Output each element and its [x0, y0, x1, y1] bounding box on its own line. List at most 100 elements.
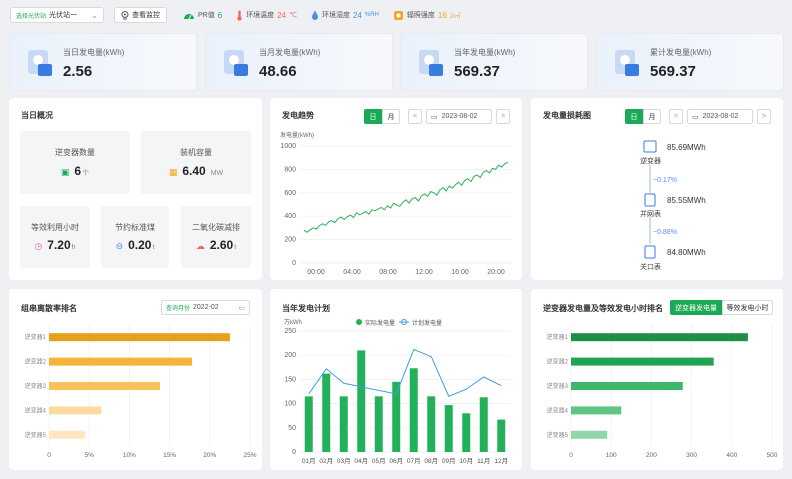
- stat-label: 累计发电量(kWh): [650, 48, 712, 57]
- bar: [571, 430, 608, 439]
- bar: [571, 406, 622, 415]
- bar: [304, 396, 313, 452]
- kpi-value: 6: [74, 164, 82, 178]
- loss-connectors: [643, 140, 657, 259]
- bar: [322, 373, 331, 452]
- pr-value: 6: [217, 10, 223, 20]
- kpi-label: 二氧化碳减排: [192, 223, 240, 232]
- x-tick-label: 08:00: [379, 269, 397, 276]
- bar: [49, 357, 193, 366]
- x-tick-label: 05月: [372, 457, 386, 465]
- node-value: 85.69MWh: [667, 143, 706, 152]
- node-name: 关口表: [640, 264, 661, 271]
- radiation-unit: J/㎡: [449, 13, 461, 20]
- view-monitor-button[interactable]: 查看监控: [114, 7, 167, 23]
- y-tick-label: 250: [284, 328, 296, 335]
- node-name: 逆变器: [640, 158, 661, 165]
- x-tick-label: 0: [47, 452, 51, 459]
- stat-card-monthly: 当月发电量(kWh) 48.66: [205, 33, 393, 91]
- x-tick-label: 100: [606, 452, 617, 459]
- loss-percent-1: −0.17%: [653, 177, 677, 184]
- radiation-value: 16: [437, 10, 447, 20]
- x-tick-label: 15%: [163, 452, 176, 459]
- x-tick-label: 02月: [319, 457, 333, 465]
- bar: [392, 381, 401, 452]
- capacity-kpi: 装机容量 ▦ 6.40 MW: [141, 131, 251, 194]
- tab-inverter-generation[interactable]: 逆变器发电量: [670, 300, 722, 315]
- prev-date-button[interactable]: <: [408, 109, 422, 124]
- bar: [49, 406, 102, 415]
- y-tick-label: 200: [284, 352, 296, 359]
- pr-label: PR值: [198, 12, 215, 19]
- inverter-node-icon: [643, 140, 657, 153]
- temperature-value: 24: [277, 10, 287, 20]
- tab-day[interactable]: 日: [364, 109, 382, 124]
- trend-series-line: [303, 161, 509, 233]
- humidity-metric: 环境湿度 24 %RH: [311, 10, 379, 20]
- x-tick-label: 20%: [203, 452, 216, 459]
- ranking-chart: 0 100 200 300 400 500 逆变器1 逆变器2 逆变器3 逆变器4 逆变器5: [547, 325, 778, 459]
- y-tick-label: 150: [284, 376, 296, 383]
- date-picker[interactable]: ▭ 2023-08-02: [426, 109, 492, 124]
- x-tick-label: 04月: [354, 457, 368, 465]
- tab-month[interactable]: 月: [382, 109, 400, 124]
- x-tick-label: 08月: [424, 457, 438, 465]
- droplet-icon: [311, 10, 318, 20]
- y-tick-label: 逆变器1: [25, 333, 47, 341]
- x-tick-label: 400: [726, 452, 737, 459]
- kpi-unit: t: [152, 244, 155, 251]
- legend-plan-label: 计划发电量: [412, 319, 442, 327]
- y-tick-label: 50: [288, 425, 296, 432]
- top-bar: 选择光伏站 光伏站一 ⌄ 查看监控 PR值 6 环境温度 24 ℃ 环境湿度 2…: [0, 0, 792, 30]
- x-tick-label: 25%: [243, 452, 256, 459]
- temperature-label: 环境温度: [246, 12, 275, 19]
- grid-meter-icon: [644, 193, 656, 207]
- view-monitor-label: 查看监控: [132, 12, 160, 19]
- kpi-value: 0.20: [128, 238, 152, 252]
- thermometer-icon: [237, 10, 242, 21]
- y-tick-label: 逆变器4: [547, 406, 569, 414]
- bar: [497, 419, 506, 452]
- clock-icon: ◷: [34, 241, 43, 251]
- trend-chart: 发电量(kWh) 0 200 400 600 800 1000 00:00 04:00 08:0…: [280, 131, 512, 276]
- next-date-button[interactable]: >: [496, 109, 510, 124]
- y-tick-label: 逆变器5: [547, 431, 569, 439]
- coal-saving-kpi: 节约标准煤 ⊖ 0.20 t: [101, 206, 169, 268]
- stat-value: 569.37: [650, 63, 696, 80]
- daily-overview-panel: 当日概况 逆变器数量 ▣ 6 个 装机容量 ▦ 6.40 MW 等效利用小时 ◷…: [9, 98, 262, 280]
- cloud-icon: ☁: [195, 241, 205, 251]
- bar: [479, 397, 488, 452]
- panel-title: 逆变器发电量及等效发电小时排名: [543, 304, 663, 313]
- kpi-label: 节约标准煤: [115, 223, 155, 232]
- kpi-unit: 个: [82, 170, 90, 177]
- site-select[interactable]: 选择光伏站 光伏站一 ⌄: [10, 7, 104, 23]
- x-tick-label: 10月: [459, 457, 473, 465]
- co2-reduction-kpi: 二氧化碳减排 ☁ 2.60 t: [181, 206, 251, 268]
- equivalent-hours-kpi: 等效利用小时 ◷ 7.20 h: [20, 206, 90, 268]
- month-picker-label: 查询月份: [166, 306, 191, 312]
- y-tick-label: 逆变器3: [25, 382, 47, 390]
- site-select-prefix: 选择光伏站: [16, 13, 47, 20]
- bar: [427, 396, 436, 452]
- stat-value: 48.66: [259, 63, 297, 80]
- month-picker[interactable]: 查询月份 2022-02 ▭: [161, 300, 250, 315]
- x-tick-label: 09月: [442, 457, 456, 465]
- bar: [357, 350, 366, 452]
- kpi-value: 2.60: [209, 238, 234, 252]
- date-value: 2023-08-02: [441, 113, 478, 120]
- x-tick-label: 03月: [337, 457, 351, 465]
- coal-icon: ⊖: [115, 241, 124, 251]
- humidity-label: 环境湿度: [321, 12, 350, 19]
- pr-metric: PR值 6: [183, 10, 222, 20]
- y-tick-label: 逆变器2: [547, 358, 569, 366]
- plan-unit-label: 万kWh: [284, 319, 302, 326]
- tab-equivalent-hours[interactable]: 等效发电小时: [722, 300, 773, 315]
- site-select-value: 光伏站一: [49, 12, 78, 19]
- stat-label: 当日发电量(kWh): [63, 48, 125, 57]
- kpi-value: 6.40: [182, 164, 206, 178]
- bar: [49, 382, 160, 390]
- panel-title: 当日概况: [21, 111, 53, 120]
- kpi-unit: t: [234, 244, 237, 251]
- power-meter-icon: [224, 50, 248, 76]
- y-tick-label: 0: [292, 449, 296, 456]
